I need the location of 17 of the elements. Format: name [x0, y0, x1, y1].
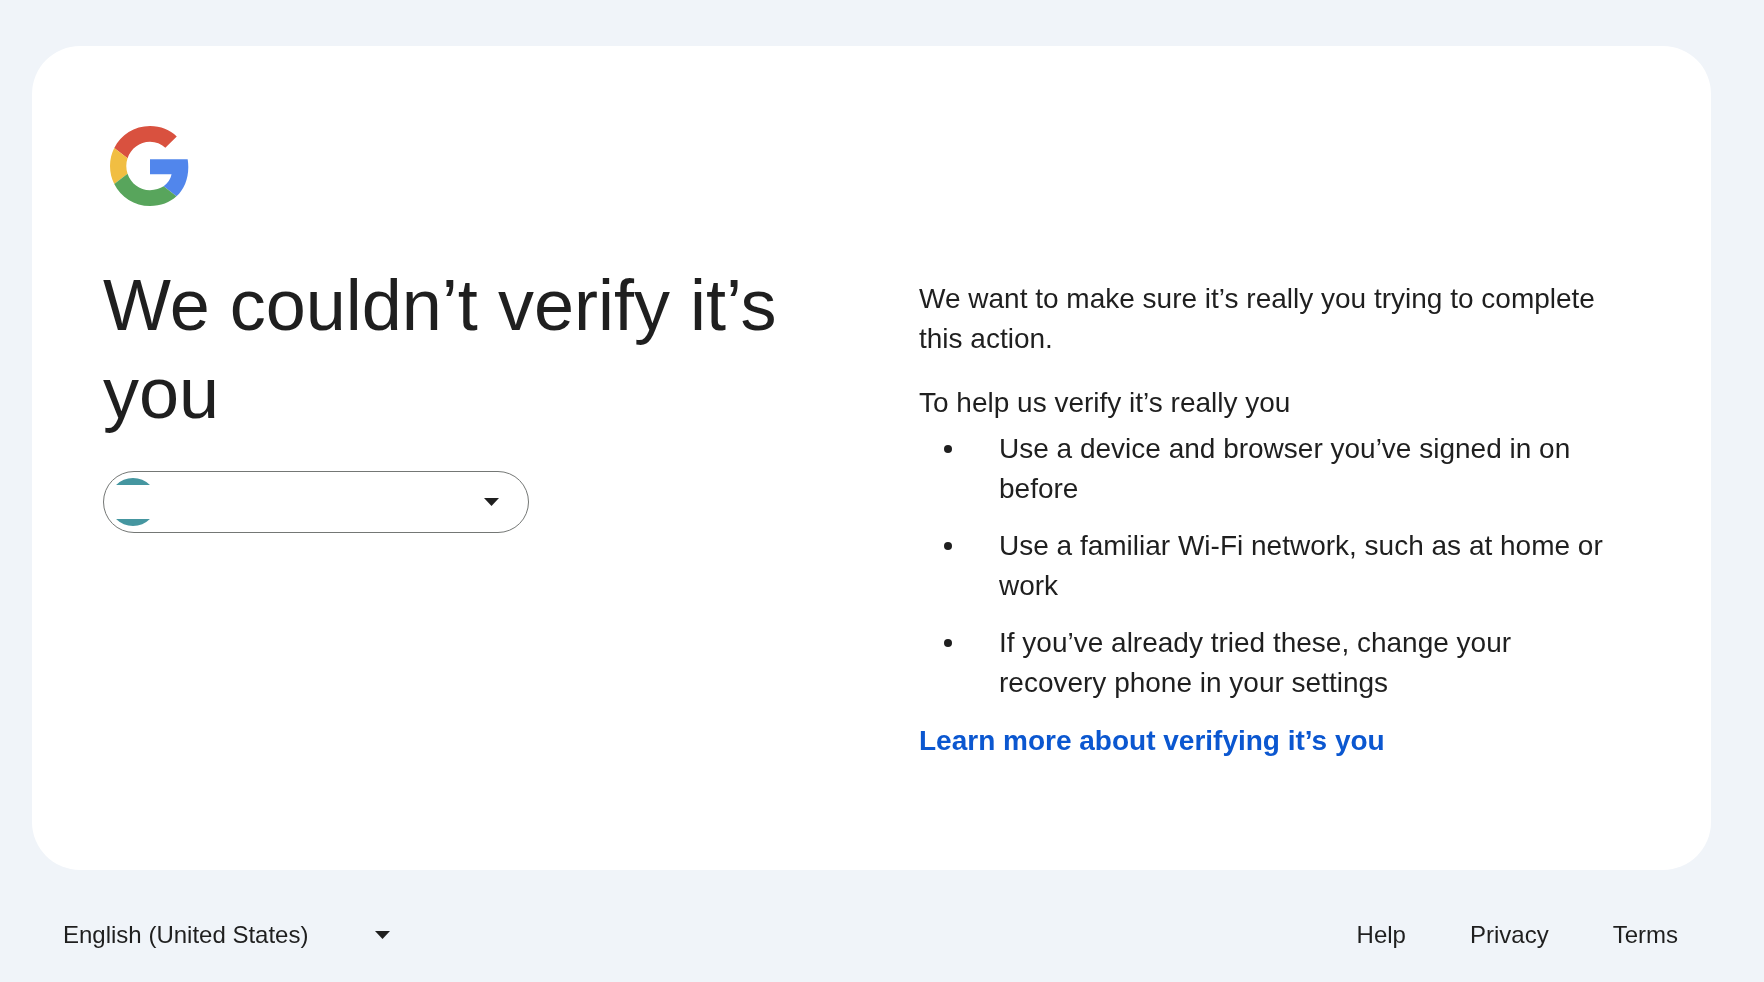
caret-down-icon	[484, 498, 499, 506]
bullet-icon	[944, 639, 952, 647]
bullet-icon	[944, 542, 952, 550]
language-selector[interactable]: English (United States)	[63, 917, 391, 953]
footer-link[interactable]: Privacy	[1469, 917, 1549, 953]
bullet-icon	[944, 445, 952, 453]
avatar-icon	[116, 478, 152, 526]
learn-more-link[interactable]: Learn more about verifying it’s you	[919, 725, 1385, 756]
tip-text: If you’ve already tried these, change your recovery phone in your settings	[999, 626, 1513, 700]
tips-heading: To help us verify it’s really you	[919, 386, 1292, 420]
intro-text: We want to make sure it’s really you trying to complete this action.	[919, 282, 1596, 356]
tip-text: Use a device and browser you’ve signed in on before	[999, 432, 1572, 506]
footer-link[interactable]: Terms	[1612, 917, 1678, 953]
caret-down-icon	[375, 931, 391, 939]
page-heading: We couldn’t verify it’s you	[103, 264, 778, 435]
footer-link[interactable]: Help	[1356, 917, 1406, 953]
tip-text: Use a familiar Wi-Fi network, such as at home or work	[999, 529, 1604, 603]
